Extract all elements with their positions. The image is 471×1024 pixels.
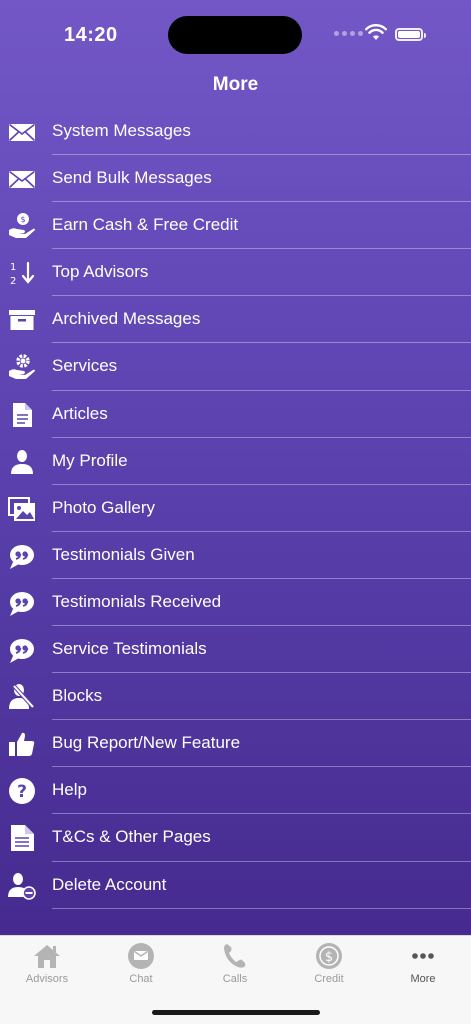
menu-item-my-profile[interactable]: My Profile [0,438,471,485]
quote-bubble-icon [8,542,36,570]
document-lines-icon [8,824,36,852]
svg-text:$: $ [20,215,25,224]
tab-more[interactable]: More [376,942,470,994]
menu-item-label: Service Testimonials [52,639,207,659]
menu-item-label: Testimonials Given [52,544,195,564]
dollar-coin-icon: $ [316,943,342,969]
document-icon [8,401,36,429]
tab-label: Advisors [25,973,69,985]
thumbs-up-icon [8,730,36,758]
row-divider [52,907,471,909]
tab-label: Chat [129,973,153,985]
menu-item-label: Delete Account [52,874,167,894]
menu-item-label: Top Advisors [52,262,149,282]
svg-text:1: 1 [10,262,16,273]
tab-chat[interactable]: Chat [94,942,188,994]
user-minus-icon [8,872,36,900]
envelope-icon [8,165,36,193]
main-panel: 14:20 More System Messages Send Bulk Mes… [0,0,471,935]
battery-icon [395,28,426,41]
menu-item-label: Earn Cash & Free Credit [52,215,239,235]
menu-item-label: T&Cs & Other Pages [52,827,211,847]
svg-text:?: ? [17,782,27,802]
signal-icon [334,31,363,36]
block-user-icon [8,683,36,711]
quote-bubble-icon [8,636,36,664]
menu-item-label: Articles [52,403,108,423]
user-icon [8,448,36,476]
menu-item-label: Services [52,356,118,376]
menu-item-delete-account[interactable]: Delete Account [0,862,471,909]
more-dots-icon [412,953,434,959]
menu-list: System Messages Send Bulk Messages $ Ear… [0,108,471,909]
house-icon [34,945,60,968]
menu-item-label: Blocks [52,686,103,706]
menu-item-top-advisors[interactable]: 12 Top Advisors [0,249,471,297]
menu-item-label: Bug Report/New Feature [52,733,241,753]
menu-item-help[interactable]: ? Help [0,767,471,815]
envelope-icon [8,118,36,146]
menu-item-blocks[interactable]: Blocks [0,673,471,721]
menu-item-label: My Profile [52,450,128,470]
screen: 14:20 More System Messages Send Bulk Mes… [0,0,471,1024]
status-time: 14:20 [64,24,118,46]
dynamic-island [168,16,302,54]
quote-bubble-icon [8,589,36,617]
phone-icon [224,944,246,968]
sort-numeric-icon: 12 [8,259,36,287]
tab-label: Credit [314,973,344,985]
menu-item-label: Testimonials Received [52,591,222,611]
menu-item-terms[interactable]: T&Cs & Other Pages [0,814,471,862]
question-circle-icon: ? [8,777,36,805]
menu-item-label: Help [52,780,87,800]
menu-item-archived-messages[interactable]: Archived Messages [0,296,471,344]
tab-advisors[interactable]: Advisors [0,942,94,994]
hand-gear-icon [8,353,36,381]
menu-item-articles[interactable]: Articles [0,391,471,438]
tab-label: Calls [222,973,248,985]
menu-item-send-bulk-messages[interactable]: Send Bulk Messages [0,155,471,203]
svg-text:2: 2 [10,276,16,287]
menu-item-service-testimonials[interactable]: Service Testimonials [0,626,471,674]
page-title: More [212,74,259,95]
hand-coin-icon: $ [8,212,36,240]
svg-text:$: $ [325,950,333,965]
menu-item-label: System Messages [52,121,191,140]
menu-item-services[interactable]: Services [0,343,471,391]
menu-item-photo-gallery[interactable]: Photo Gallery [0,485,471,532]
menu-item-earn-cash[interactable]: $ Earn Cash & Free Credit [0,202,471,250]
tab-credit[interactable]: $ Credit [282,942,376,994]
menu-item-bug-report[interactable]: Bug Report/New Feature [0,720,471,768]
menu-item-label: Archived Messages [52,309,201,329]
tab-calls[interactable]: Calls [188,942,282,994]
menu-item-testimonials-given[interactable]: Testimonials Given [0,532,471,579]
tab-label: More [410,973,436,985]
photos-icon [8,495,36,523]
chat-bubble-icon [128,943,154,969]
archive-box-icon [8,306,36,334]
wifi-icon [365,24,387,40]
menu-item-label: Photo Gallery [52,497,155,517]
home-indicator[interactable] [152,1010,320,1015]
menu-item-testimonials-received[interactable]: Testimonials Received [0,579,471,627]
menu-item-system-messages[interactable]: System Messages [0,108,471,156]
menu-item-label: Send Bulk Messages [52,168,212,188]
